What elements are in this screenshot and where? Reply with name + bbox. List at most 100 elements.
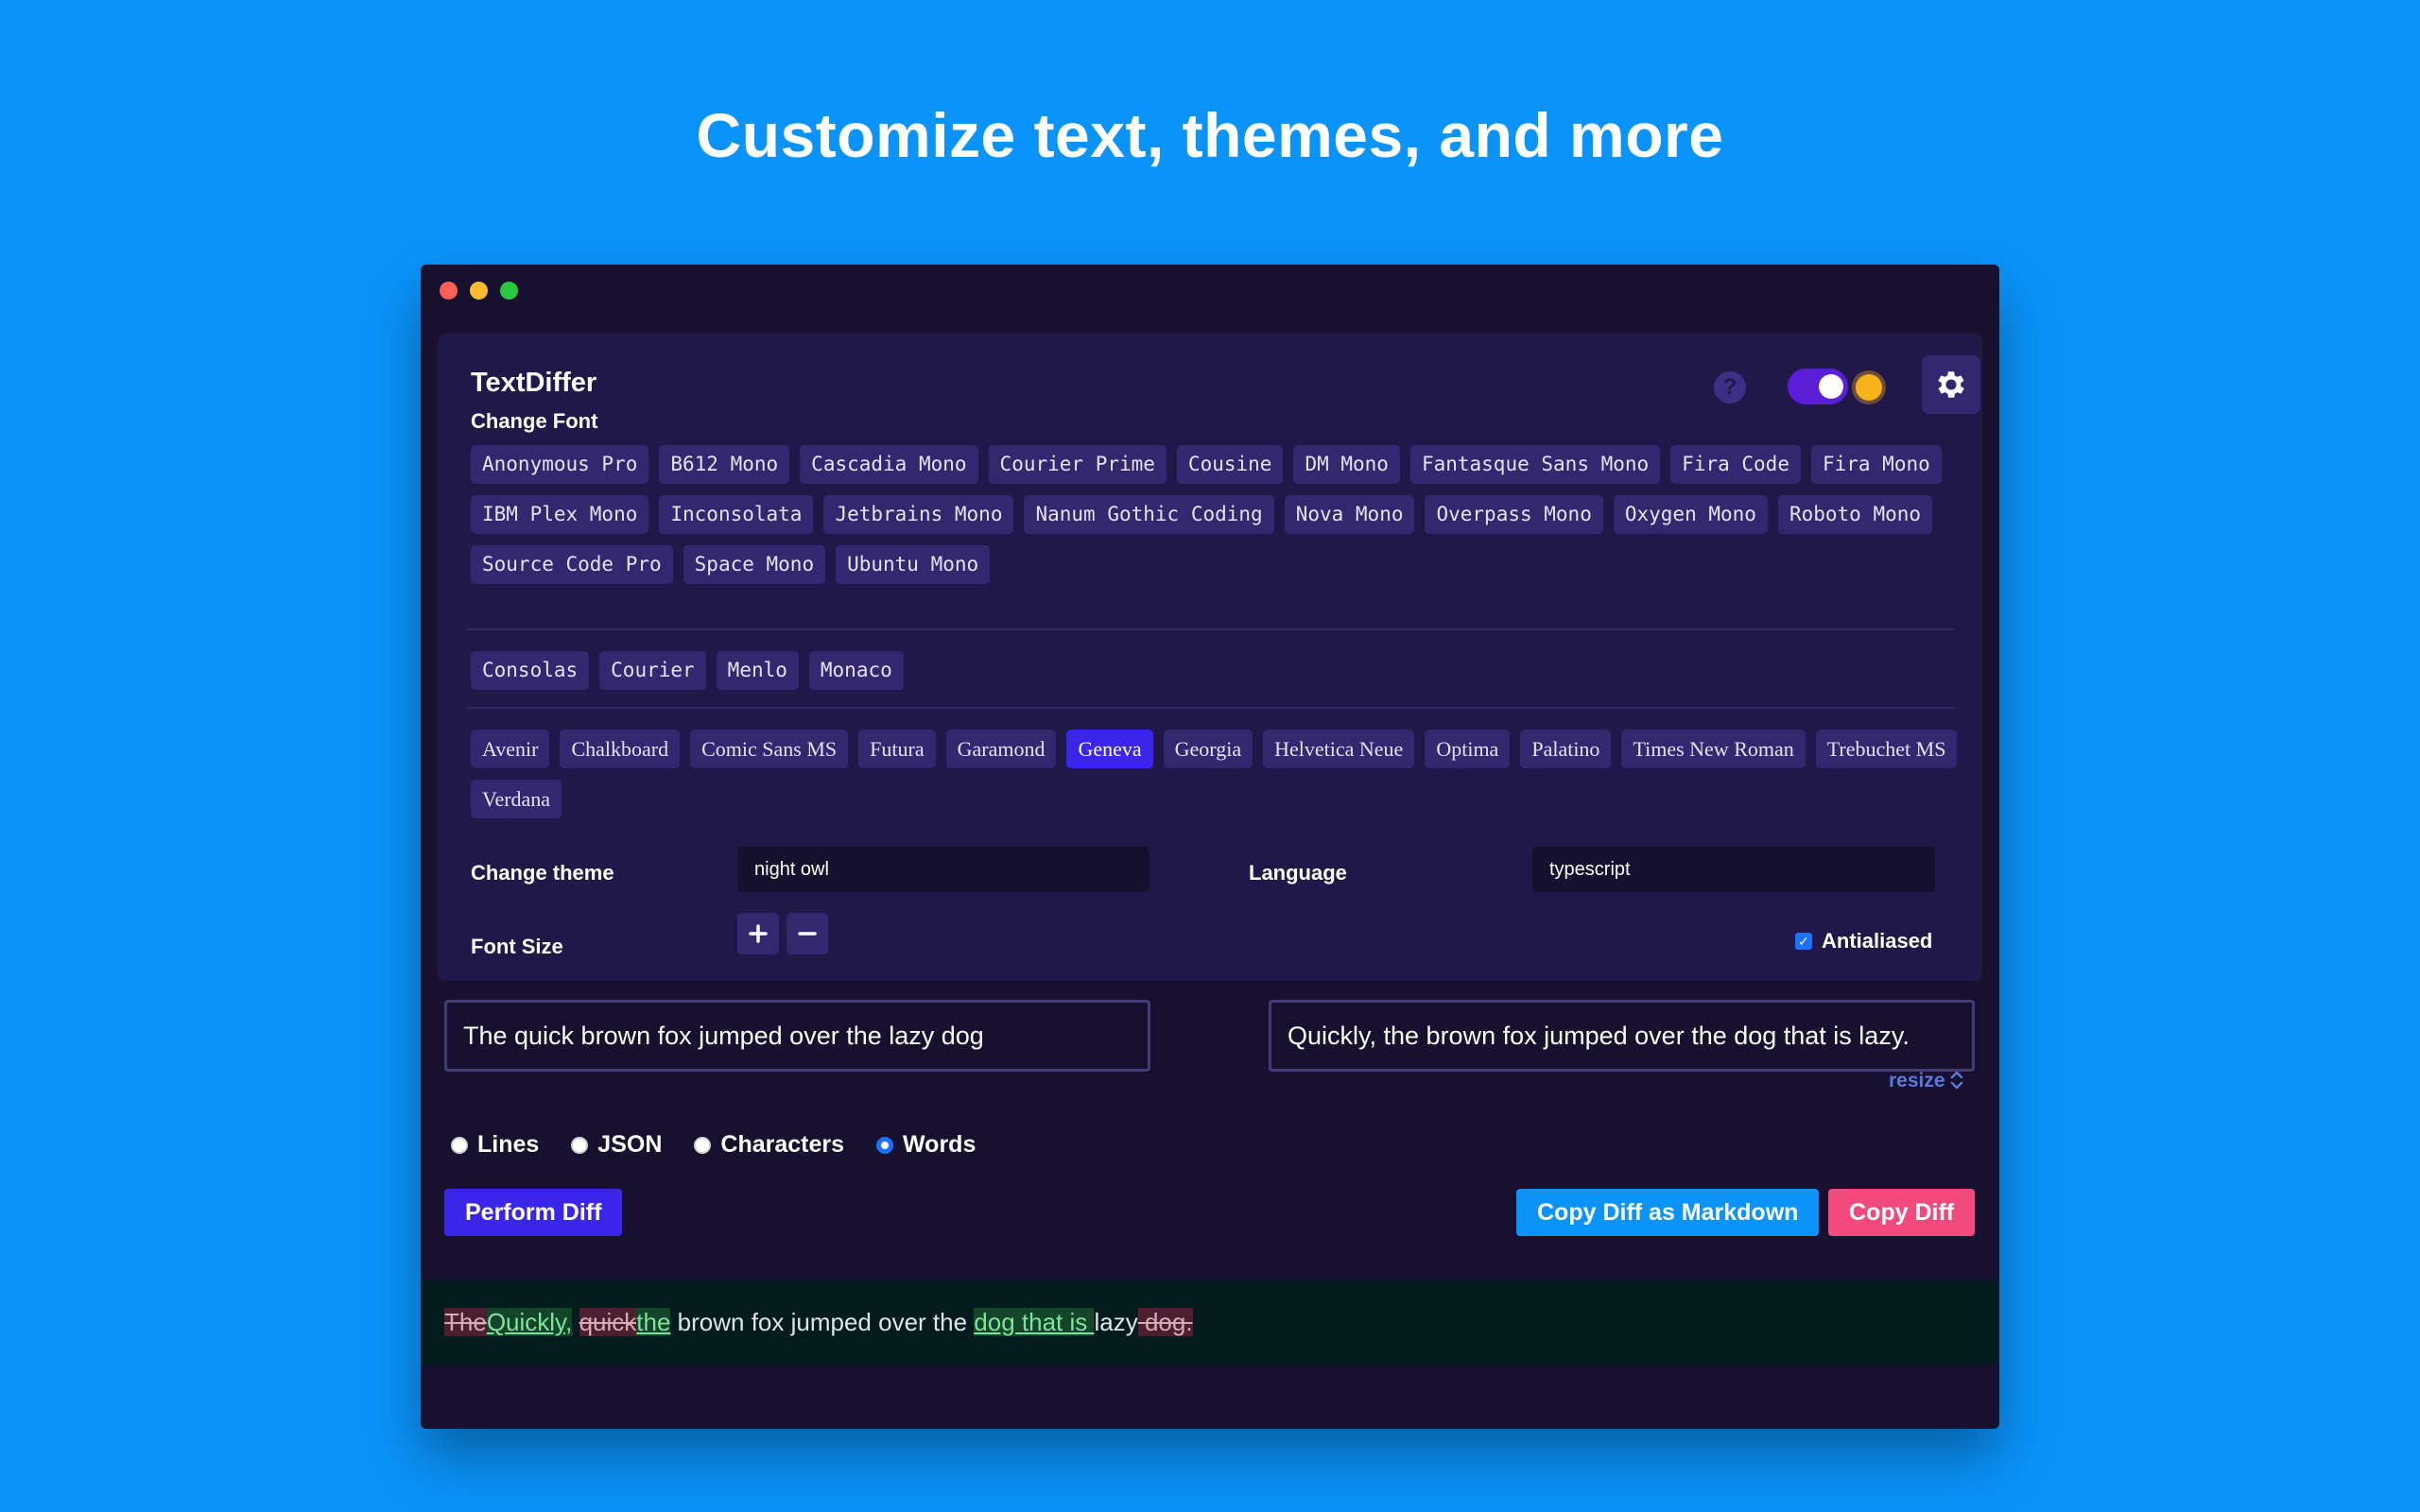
font-chip[interactable]: Futura (858, 730, 936, 768)
font-chip[interactable]: Fira Code (1670, 445, 1801, 484)
font-chip[interactable]: Roboto Mono (1777, 495, 1933, 534)
radio-label: JSON (597, 1131, 663, 1158)
chevron-updown-icon (1951, 1071, 1963, 1090)
font-chip[interactable]: Helvetica Neue (1263, 730, 1415, 768)
right-text-input[interactable]: Quickly, the brown fox jumped over the d… (1269, 1000, 1975, 1072)
font-chip[interactable]: Georgia (1163, 730, 1253, 768)
radio-icon (451, 1136, 468, 1154)
font-chip[interactable]: Cascadia Mono (800, 445, 978, 484)
antialiased-label: Antialiased (1822, 929, 1933, 953)
font-size-increase-button[interactable] (737, 913, 779, 954)
radio-label: Lines (477, 1131, 540, 1158)
system-mono-font-list: Consolas Courier Menlo Monaco (471, 651, 1964, 690)
monospace-font-list: Anonymous Pro B612 Mono Cascadia Mono Couri… (471, 445, 1964, 584)
font-chip[interactable]: Space Mono (683, 545, 826, 584)
app-window: TextDiffer ? Change Font Anonymous Pro B6… (421, 265, 1999, 1429)
diff-mode-json[interactable]: JSON (571, 1131, 662, 1159)
font-chip[interactable]: Monaco (808, 651, 904, 690)
font-size-decrease-button[interactable] (786, 913, 828, 954)
radio-icon (694, 1136, 712, 1154)
headline: Customize text, themes, and more (696, 100, 1724, 170)
diff-unchanged: brown fox jumped over the (670, 1308, 975, 1336)
diff-mode-lines[interactable]: Lines (451, 1131, 539, 1159)
font-chip[interactable]: Comic Sans MS (690, 730, 849, 768)
copy-diff-markdown-button[interactable]: Copy Diff as Markdown (1516, 1189, 1820, 1236)
font-chip[interactable]: Palatino (1520, 730, 1612, 768)
diff-result: TheQuickly, quickthe brown fox jumped ov… (421, 1280, 1999, 1365)
font-chip[interactable]: B612 Mono (659, 445, 790, 484)
diff-added: dog that is (974, 1308, 1095, 1336)
font-chip[interactable]: Inconsolata (659, 495, 814, 534)
diff-mode-group: Lines JSON Characters Words (451, 1131, 976, 1159)
font-chip[interactable]: Ubuntu Mono (836, 545, 991, 584)
close-window-button[interactable] (440, 282, 458, 300)
diff-mode-characters[interactable]: Characters (694, 1131, 844, 1159)
divider (466, 628, 1954, 630)
font-chip[interactable]: Garamond (945, 730, 1057, 768)
language-select[interactable]: typescript (1532, 847, 1935, 892)
diff-mode-words[interactable]: Words (876, 1131, 976, 1159)
font-chip[interactable]: DM Mono (1293, 445, 1400, 484)
font-chip[interactable]: Trebuchet MS (1815, 730, 1958, 768)
checkbox-checked-icon: ✓ (1795, 933, 1812, 950)
resize-handle[interactable]: resize (1889, 1070, 1963, 1092)
font-chip[interactable]: Menlo (716, 651, 799, 690)
zoom-window-button[interactable] (500, 282, 518, 300)
font-chip[interactable]: Jetbrains Mono (823, 495, 1014, 534)
language-label: Language (1249, 861, 1347, 885)
diff-removed: The (444, 1308, 487, 1336)
font-chip[interactable]: Chalkboard (560, 730, 681, 768)
antialiased-checkbox[interactable]: ✓ Antialiased (1795, 929, 1932, 954)
diff-unchanged: lazy (1094, 1308, 1138, 1336)
font-chip[interactable]: Geneva (1066, 730, 1153, 768)
font-chip[interactable]: Verdana (471, 780, 562, 818)
proportional-font-list: Avenir Chalkboard Comic Sans MS Futura Garam… (471, 730, 1964, 818)
font-size-label: Font Size (471, 935, 563, 958)
sun-icon (1856, 374, 1882, 401)
diff-removed: dog. (1137, 1308, 1193, 1336)
divider (466, 707, 1954, 709)
font-chip[interactable]: Nova Mono (1284, 495, 1415, 534)
plus-icon (749, 924, 768, 943)
diff-unchanged (572, 1308, 579, 1336)
diff-added: the (636, 1308, 671, 1336)
font-chip[interactable]: Courier (599, 651, 706, 690)
perform-diff-button[interactable]: Perform Diff (444, 1189, 623, 1236)
font-chip[interactable]: Courier Prime (988, 445, 1167, 484)
font-chip[interactable]: Anonymous Pro (471, 445, 649, 484)
radio-label: Characters (720, 1131, 845, 1158)
app-title: TextDiffer (471, 368, 597, 398)
gear-icon (1938, 371, 1964, 398)
font-chip[interactable]: Source Code Pro (471, 545, 673, 584)
help-icon[interactable]: ? (1714, 371, 1746, 404)
font-chip[interactable]: Nanum Gothic Coding (1024, 495, 1274, 534)
theme-toggle[interactable] (1788, 369, 1848, 404)
font-chip[interactable]: Oxygen Mono (1613, 495, 1768, 534)
theme-select[interactable]: night owl (737, 847, 1150, 892)
radio-icon (876, 1136, 894, 1154)
minimize-window-button[interactable] (470, 282, 488, 300)
font-chip[interactable]: IBM Plex Mono (471, 495, 649, 534)
settings-button[interactable] (1922, 355, 1980, 414)
font-chip[interactable]: Overpass Mono (1425, 495, 1603, 534)
diff-added: Quickly, (486, 1308, 573, 1336)
radio-label: Words (903, 1131, 977, 1158)
font-chip[interactable]: Times New Roman (1621, 730, 1806, 768)
copy-diff-button[interactable]: Copy Diff (1828, 1189, 1976, 1236)
radio-icon (571, 1136, 589, 1154)
resize-label: resize (1889, 1070, 1945, 1091)
toggle-knob (1819, 374, 1843, 399)
font-chip[interactable]: Fantasque Sans Mono (1409, 445, 1661, 484)
minus-icon (798, 932, 817, 936)
settings-panel: TextDiffer ? Change Font Anonymous Pro B6… (438, 334, 1982, 981)
diff-removed: quick (579, 1308, 637, 1336)
font-chip[interactable]: Optima (1425, 730, 1511, 768)
change-theme-label: Change theme (471, 861, 614, 885)
font-chip[interactable]: Cousine (1176, 445, 1284, 484)
window-controls (440, 282, 518, 300)
left-text-input[interactable]: The quick brown fox jumped over the lazy… (444, 1000, 1150, 1072)
font-chip[interactable]: Avenir (471, 730, 550, 768)
font-chip[interactable]: Consolas (471, 651, 590, 690)
change-font-label: Change Font (471, 409, 598, 433)
font-chip[interactable]: Fira Mono (1810, 445, 1942, 484)
